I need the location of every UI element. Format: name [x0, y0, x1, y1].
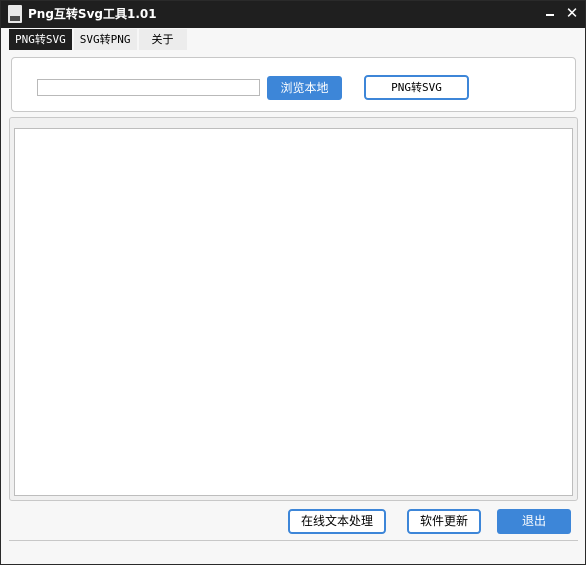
minimize-icon — [546, 14, 554, 16]
online-text-processing-button[interactable]: 在线文本处理 — [288, 509, 386, 534]
svg-file-icon — [8, 5, 22, 23]
file-tag-shape — [10, 16, 20, 21]
tab-svg-to-png[interactable]: SVG转PNG — [73, 29, 137, 50]
tab-bar: PNG转SVG SVG转PNG 关于 — [9, 29, 189, 50]
software-update-button[interactable]: 软件更新 — [407, 509, 481, 534]
close-button[interactable]: ✕ — [563, 4, 581, 22]
minimize-button[interactable] — [541, 4, 559, 22]
window-title: Png互转Svg工具1.01 — [28, 7, 157, 21]
status-divider — [9, 540, 578, 541]
preview-area — [14, 128, 573, 496]
app-window: Png互转Svg工具1.01 ✕ PNG转SVG SVG转PNG 关于 浏览本地… — [0, 0, 586, 565]
png-to-svg-button[interactable]: PNG转SVG — [364, 75, 469, 100]
preview-panel — [9, 117, 578, 501]
title-bar[interactable]: Png互转Svg工具1.01 ✕ — [1, 1, 585, 28]
close-icon: ✕ — [565, 4, 579, 22]
file-select-panel: 浏览本地 PNG转SVG — [11, 57, 576, 112]
tab-png-to-svg[interactable]: PNG转SVG — [9, 29, 72, 50]
file-path-input[interactable] — [37, 79, 260, 96]
tab-about[interactable]: 关于 — [138, 29, 187, 50]
browse-local-button[interactable]: 浏览本地 — [267, 76, 342, 100]
exit-button[interactable]: 退出 — [497, 509, 571, 534]
